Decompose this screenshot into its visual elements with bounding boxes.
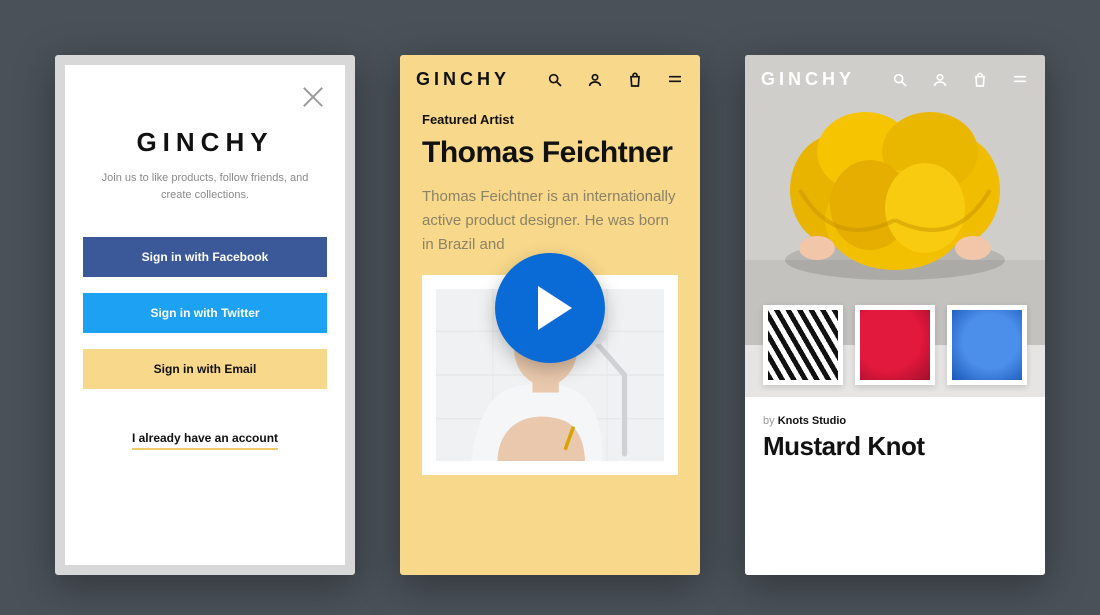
product-hero-image: GINCHY — [745, 55, 1045, 345]
already-have-account-link[interactable]: I already have an account — [132, 431, 278, 450]
signin-facebook-button[interactable]: Sign in with Facebook — [83, 237, 327, 277]
user-icon[interactable] — [586, 71, 604, 89]
thumbnail-blue[interactable] — [947, 305, 1027, 385]
play-button[interactable] — [495, 253, 605, 363]
signin-screen: GINCHY Join us to like products, follow … — [55, 55, 355, 575]
user-icon[interactable] — [931, 71, 949, 89]
artist-name: Thomas Feichtner — [422, 137, 678, 169]
product-thumbnails — [745, 305, 1045, 385]
header: GINCHY — [745, 55, 1045, 100]
menu-icon[interactable] — [666, 71, 684, 89]
product-byline: by Knots Studio — [763, 415, 1027, 427]
brand-logo[interactable]: GINCHY — [761, 69, 855, 90]
thumbnail-red[interactable] — [855, 305, 935, 385]
section-overline: Featured Artist — [422, 112, 678, 127]
bag-icon[interactable] — [971, 71, 989, 89]
thumbnail-stripe[interactable] — [763, 305, 843, 385]
signin-email-button[interactable]: Sign in with Email — [83, 349, 327, 389]
bag-icon[interactable] — [626, 71, 644, 89]
product-screen: GINCHY — [745, 55, 1045, 575]
artist-blurb: Thomas Feichtner is an internationally a… — [422, 185, 678, 257]
menu-icon[interactable] — [1011, 71, 1029, 89]
brand-logo: GINCHY — [83, 127, 327, 158]
header: GINCHY — [400, 55, 700, 100]
signin-tagline: Join us to like products, follow friends… — [93, 170, 317, 203]
search-icon[interactable] — [891, 71, 909, 89]
brand-logo[interactable]: GINCHY — [416, 69, 510, 90]
search-icon[interactable] — [546, 71, 564, 89]
close-icon[interactable] — [299, 83, 327, 111]
product-title: Mustard Knot — [763, 431, 1027, 462]
signin-twitter-button[interactable]: Sign in with Twitter — [83, 293, 327, 333]
